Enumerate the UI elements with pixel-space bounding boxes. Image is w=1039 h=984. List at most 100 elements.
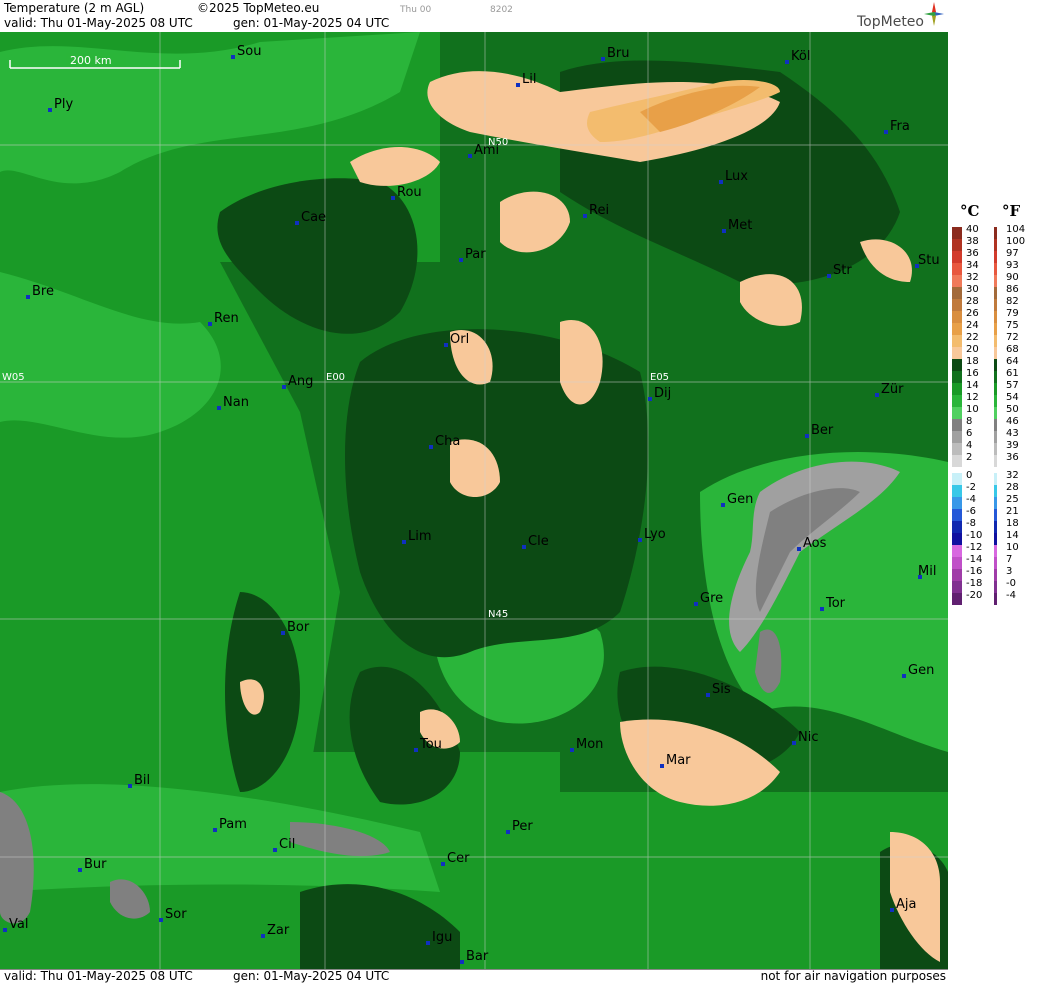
- legend-label-f: 100: [1006, 236, 1026, 247]
- city-label: Met: [728, 218, 752, 233]
- legend-label-c: -18: [966, 578, 983, 589]
- legend-label-f: 90: [1006, 272, 1019, 283]
- city-label: Rou: [397, 185, 422, 200]
- legend-label-f: 97: [1006, 248, 1019, 259]
- legend-label-c: 16: [966, 368, 979, 379]
- legend-swatch-f: [994, 497, 997, 509]
- city-dot: [282, 385, 286, 389]
- legend-swatch-c: [952, 443, 962, 455]
- legend-label-c: 24: [966, 320, 979, 331]
- grid-label-n45: N45: [488, 609, 508, 620]
- legend-swatch-c: [952, 383, 962, 395]
- city-dot: [721, 503, 725, 507]
- legend-label-f: 61: [1006, 368, 1019, 379]
- legend-label-c: 12: [966, 392, 979, 403]
- legend-label-f: 18: [1006, 518, 1019, 529]
- city-label: Cle: [528, 534, 549, 549]
- temperature-legend: °C °F 40 104 38 100 36 97 34 93 32 90 30 86 28 82 26 79…: [948, 0, 1039, 983]
- city-label: Sis: [712, 682, 731, 697]
- city-dot: [460, 960, 464, 964]
- legend-swatch-c: [952, 335, 962, 347]
- city-label: Tor: [825, 596, 846, 611]
- legend-swatch-f: [994, 431, 997, 443]
- city-dot: [159, 918, 163, 922]
- city-label: Igu: [432, 930, 452, 945]
- generated-time: gen: 01-May-2025 04 UTC: [233, 16, 390, 30]
- city-dot: [601, 57, 605, 61]
- city-label: Aos: [803, 536, 827, 551]
- legend-swatch-c: [952, 347, 962, 359]
- city-dot: [884, 130, 888, 134]
- legend-swatch-f: [994, 593, 997, 605]
- legend-label-c: 0: [966, 470, 973, 481]
- city-dot: [414, 748, 418, 752]
- legend-label-f: 21: [1006, 506, 1019, 517]
- legend-label-c: 20: [966, 344, 979, 355]
- legend-swatch-f: [994, 263, 997, 275]
- city-label: Zür: [881, 382, 904, 397]
- unit-fahrenheit: °F: [1002, 202, 1021, 220]
- legend-label-f: 3: [1006, 566, 1013, 577]
- city-dot: [48, 108, 52, 112]
- city-label: Lil: [522, 72, 536, 87]
- city-label: Ber: [811, 423, 834, 438]
- legend-swatch-f: [994, 239, 997, 251]
- city-dot: [429, 445, 433, 449]
- topmeteo-logo[interactable]: TopMeteo: [857, 15, 924, 29]
- city-dot: [26, 295, 30, 299]
- map-canvas: N50 N45 W05 E00 E05 200 km SouPlyLilBru K…: [0, 32, 948, 969]
- legend-swatch-f: [994, 473, 997, 485]
- legend-label-f: 68: [1006, 344, 1019, 355]
- legend-label-f: 25: [1006, 494, 1019, 505]
- city-label: Mon: [576, 737, 603, 752]
- legend-label-c: -4: [966, 494, 976, 505]
- legend-label-f: 39: [1006, 440, 1019, 451]
- legend-swatch-f: [994, 299, 997, 311]
- legend-swatch-f: [994, 347, 997, 359]
- city-dot: [273, 848, 277, 852]
- city-dot: [797, 547, 801, 551]
- legend-label-c: 18: [966, 356, 979, 367]
- city-label: Dij: [654, 386, 671, 401]
- city-dot: [902, 674, 906, 678]
- city-dot: [128, 784, 132, 788]
- legend-swatch-c: [952, 275, 962, 287]
- city-dot: [459, 258, 463, 262]
- legend-label-f: 43: [1006, 428, 1019, 439]
- legend-label-f: 64: [1006, 356, 1019, 367]
- legend-swatch-f: [994, 557, 997, 569]
- city-label: Rei: [589, 203, 609, 218]
- legend-label-f: 72: [1006, 332, 1019, 343]
- legend-swatch-f: [994, 407, 997, 419]
- compass-icon: [924, 2, 944, 26]
- city-label: Lim: [408, 529, 432, 544]
- legend-swatch-c: [952, 407, 962, 419]
- city-label: Nan: [223, 395, 249, 410]
- legend-label-c: -8: [966, 518, 976, 529]
- city-dot: [648, 397, 652, 401]
- legend-label-c: 36: [966, 248, 979, 259]
- city-label: Ply: [54, 97, 73, 112]
- legend-label-c: -20: [966, 590, 983, 601]
- city-label: Per: [512, 819, 533, 834]
- legend-label-c: 40: [966, 224, 979, 235]
- legend-swatch-f: [994, 383, 997, 395]
- city-label: Pam: [219, 817, 247, 832]
- grid-label-w05: W05: [2, 372, 25, 383]
- legend-label-c: -16: [966, 566, 983, 577]
- city-dot: [78, 868, 82, 872]
- city-dot: [722, 229, 726, 233]
- city-label: Bru: [607, 46, 630, 61]
- city-dot: [805, 434, 809, 438]
- city-dot: [208, 322, 212, 326]
- legend-swatch-f: [994, 359, 997, 371]
- header-bar: Temperature (2 m AGL) ©2025 TopMeteo.eu …: [0, 0, 948, 33]
- temperature-map[interactable]: N50 N45 W05 E00 E05 200 km Sou Ply Lil Bru K…: [0, 32, 948, 969]
- legend-label-f: 82: [1006, 296, 1019, 307]
- legend-swatch-f: [994, 275, 997, 287]
- legend-label-f: 57: [1006, 380, 1019, 391]
- legend-label-f: -4: [1006, 590, 1016, 601]
- scale-label: 200 km: [70, 54, 112, 67]
- legend-swatch-f: [994, 485, 997, 497]
- city-label: Lyo: [644, 527, 666, 542]
